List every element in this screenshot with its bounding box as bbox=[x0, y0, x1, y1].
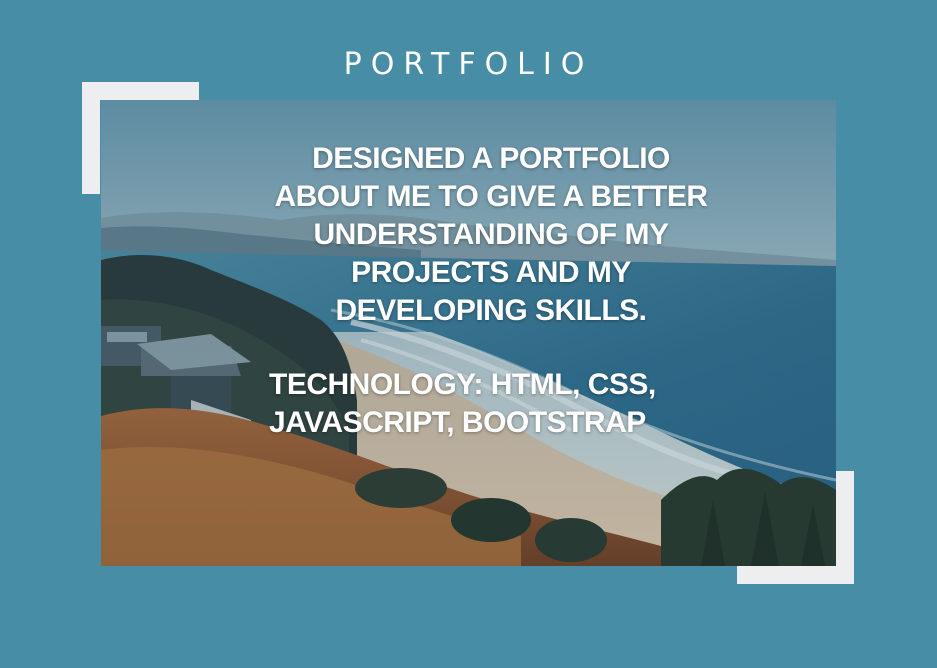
project-card[interactable]: DESIGNED A PORTFOLIO ABOUT ME TO GIVE A … bbox=[101, 100, 836, 566]
project-technology: TECHNOLOGY: HTML, CSS, JAVASCRIPT, BOOTS… bbox=[269, 368, 656, 439]
page-title: PORTFOLIO bbox=[343, 47, 594, 82]
project-description: DESIGNED A PORTFOLIO ABOUT ME TO GIVE A … bbox=[274, 142, 708, 327]
